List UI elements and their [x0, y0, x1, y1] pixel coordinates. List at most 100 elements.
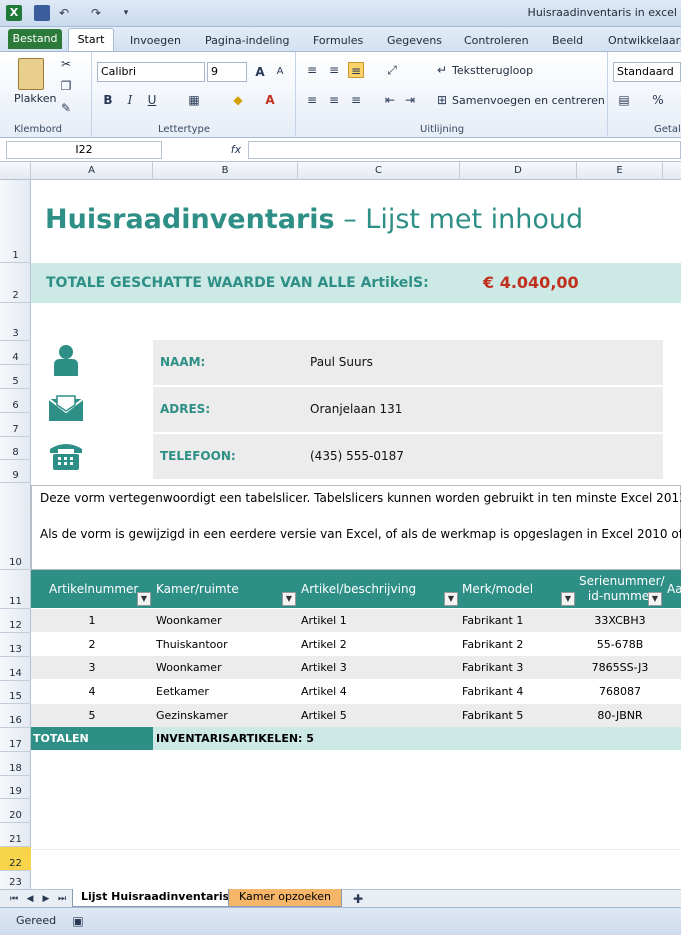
- row-header[interactable]: 3: [0, 303, 31, 341]
- cell-brand[interactable]: Fabrikant 5: [462, 704, 523, 727]
- name-value[interactable]: Paul Suurs: [310, 355, 373, 369]
- table-row[interactable]: 1 Woonkamer Artikel 1 Fabrikant 1 33XCBH…: [31, 609, 681, 632]
- formula-input[interactable]: [248, 141, 681, 159]
- tab-ontwikkelaars[interactable]: Ontwikkelaars: [608, 31, 681, 51]
- row-header-selected[interactable]: 22: [0, 847, 31, 871]
- cell-item[interactable]: Artikel 4: [301, 680, 347, 703]
- save-icon[interactable]: [34, 5, 50, 21]
- table-row[interactable]: 5 Gezinskamer Artikel 5 Fabrikant 5 80-J…: [31, 704, 681, 727]
- shrink-font-icon[interactable]: A: [272, 64, 288, 80]
- cell-num[interactable]: 3: [31, 656, 153, 679]
- merge-center-button[interactable]: Samenvoegen en centreren: [452, 94, 605, 107]
- filter-dropdown-icon[interactable]: ▼: [282, 592, 296, 606]
- row-header[interactable]: 14: [0, 657, 31, 681]
- table-row[interactable]: 3 Woonkamer Artikel 3 Fabrikant 3 7865SS…: [31, 656, 681, 679]
- paste-button[interactable]: Plakken: [14, 92, 57, 105]
- align-left-icon[interactable]: ≡: [304, 92, 320, 108]
- cell-serial[interactable]: 55-678B: [577, 633, 663, 656]
- bold-icon[interactable]: B: [100, 92, 116, 108]
- cell-num[interactable]: 2: [31, 633, 153, 656]
- grow-font-icon[interactable]: A: [252, 64, 268, 80]
- total-value[interactable]: € 4.040,00: [483, 273, 579, 292]
- cell-serial[interactable]: 33XCBH3: [577, 609, 663, 632]
- fill-color-icon[interactable]: ◆: [230, 92, 246, 108]
- row-header[interactable]: 8: [0, 437, 31, 460]
- first-sheet-icon[interactable]: ⏮: [6, 891, 22, 907]
- customize-quick-access-icon[interactable]: ▾: [118, 5, 134, 21]
- cell-room[interactable]: Eetkamer: [156, 680, 209, 703]
- cell-num[interactable]: 1: [31, 609, 153, 632]
- filter-dropdown-icon[interactable]: ▼: [444, 592, 458, 606]
- cell-item[interactable]: Artikel 5: [301, 704, 347, 727]
- column-header[interactable]: E: [577, 162, 663, 180]
- row-header[interactable]: 9: [0, 460, 31, 483]
- cell-room[interactable]: Thuiskantoor: [156, 633, 228, 656]
- number-format-combo[interactable]: Standaard: [613, 62, 681, 82]
- totals-label[interactable]: TOTALEN: [31, 727, 153, 750]
- row-header[interactable]: 23: [0, 871, 31, 890]
- tab-bestand[interactable]: Bestand: [8, 29, 62, 49]
- totals-item-count[interactable]: INVENTARISARTIKELEN: 5: [156, 727, 314, 750]
- tab-controleren[interactable]: Controleren: [464, 31, 529, 51]
- merge-center-icon[interactable]: ⊞: [434, 92, 450, 108]
- cell-serial[interactable]: 768087: [577, 680, 663, 703]
- row-header[interactable]: 6: [0, 389, 31, 413]
- cell-serial[interactable]: 80-JBNR: [577, 704, 663, 727]
- row-header[interactable]: 17: [0, 728, 31, 752]
- filter-dropdown-icon[interactable]: ▼: [137, 592, 151, 606]
- align-right-icon[interactable]: ≡: [348, 92, 364, 108]
- cell-brand[interactable]: Fabrikant 1: [462, 609, 523, 632]
- filter-dropdown-icon[interactable]: ▼: [561, 592, 575, 606]
- tab-pagina-indeling[interactable]: Pagina-indeling: [205, 31, 289, 51]
- align-middle-icon[interactable]: ≡: [326, 62, 342, 78]
- undo-icon[interactable]: ↶: [56, 5, 72, 21]
- tab-gegevens[interactable]: Gegevens: [387, 31, 442, 51]
- row-header[interactable]: 20: [0, 799, 31, 823]
- align-top-icon[interactable]: ≡: [304, 62, 320, 78]
- table-row[interactable]: 2 Thuiskantoor Artikel 2 Fabrikant 2 55-…: [31, 633, 681, 656]
- cell-brand[interactable]: Fabrikant 4: [462, 680, 523, 703]
- currency-icon[interactable]: ▤: [616, 92, 632, 108]
- paste-icon[interactable]: [18, 58, 44, 90]
- cell-room[interactable]: Woonkamer: [156, 609, 222, 632]
- cell-brand[interactable]: Fabrikant 3: [462, 656, 523, 679]
- prev-sheet-icon[interactable]: ◀: [22, 891, 38, 907]
- insert-sheet-icon[interactable]: ✚: [350, 891, 366, 907]
- column-header[interactable]: A: [31, 162, 153, 180]
- sheet-tab-lijst[interactable]: Lijst Huisraadinventaris: [72, 889, 239, 907]
- cell-serial[interactable]: 7865SS-J3: [577, 656, 663, 679]
- align-bottom-icon[interactable]: ≡: [348, 62, 364, 78]
- column-header[interactable]: C: [298, 162, 460, 180]
- row-header[interactable]: 19: [0, 776, 31, 799]
- percent-icon[interactable]: %: [650, 92, 666, 108]
- function-icon[interactable]: fx: [228, 142, 244, 158]
- tab-beeld[interactable]: Beeld: [552, 31, 583, 51]
- address-value[interactable]: Oranjelaan 131: [310, 402, 402, 416]
- row-header[interactable]: 4: [0, 341, 31, 365]
- cell-num[interactable]: 4: [31, 680, 153, 703]
- row-header[interactable]: 16: [0, 704, 31, 728]
- tab-formules[interactable]: Formules: [313, 31, 363, 51]
- wrap-text-button[interactable]: Tekstterugloop: [452, 64, 533, 77]
- borders-icon[interactable]: ▦: [186, 92, 202, 108]
- row-header[interactable]: 1: [0, 180, 31, 263]
- font-size-combo[interactable]: 9: [207, 62, 247, 82]
- select-all-corner[interactable]: [0, 162, 31, 180]
- decrease-indent-icon[interactable]: ⇤: [382, 92, 398, 108]
- tab-invoegen[interactable]: Invoegen: [130, 31, 181, 51]
- font-name-combo[interactable]: Calibri: [97, 62, 205, 82]
- row-header[interactable]: 18: [0, 752, 31, 776]
- align-center-icon[interactable]: ≡: [326, 92, 342, 108]
- last-sheet-icon[interactable]: ⏭: [54, 891, 70, 907]
- increase-indent-icon[interactable]: ⇥: [402, 92, 418, 108]
- redo-icon[interactable]: ↷: [88, 5, 104, 21]
- cell-brand[interactable]: Fabrikant 2: [462, 633, 523, 656]
- next-sheet-icon[interactable]: ▶: [38, 891, 54, 907]
- table-slicer-placeholder[interactable]: Deze vorm vertegenwoordigt een tabelslic…: [31, 485, 681, 570]
- wrap-text-icon[interactable]: ↵: [434, 62, 450, 78]
- row-header[interactable]: 12: [0, 609, 31, 633]
- name-box[interactable]: I22: [6, 141, 162, 159]
- column-header[interactable]: D: [460, 162, 577, 180]
- row-header[interactable]: 13: [0, 633, 31, 657]
- orientation-icon[interactable]: ⤢: [384, 62, 400, 78]
